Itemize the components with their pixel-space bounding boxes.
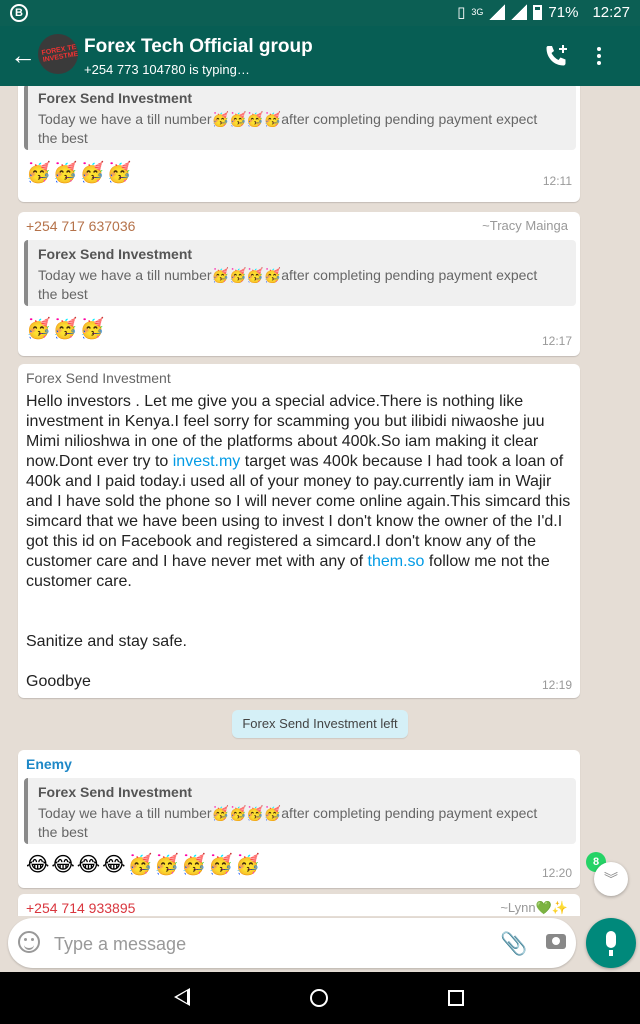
avatar-text: FOREX TECH INVESTMENT	[41, 42, 78, 64]
typing-status: +254 773 104780 is typing…	[84, 62, 250, 77]
sender-alias: ~Tracy Mainga	[482, 218, 568, 233]
message-time: 12:11	[542, 174, 572, 188]
chat-header: ← FOREX TECH INVESTMENT Forex Tech Offic…	[0, 26, 640, 86]
message-sender[interactable]: +254 717 637036	[26, 218, 135, 234]
message-bubble[interactable]: +254 714 933895 ~Lynn💚✨	[18, 894, 580, 916]
message-bubble[interactable]: +254 717 637036 ~Tracy Mainga Forex Send…	[18, 212, 580, 356]
chevron-double-down-icon[interactable]: ︾	[594, 862, 628, 896]
message-sender[interactable]: Forex Send Investment	[26, 370, 171, 386]
message-bubble[interactable]: Forex Send Investment Hello investors . …	[18, 364, 580, 698]
battery-level: 71%	[548, 3, 579, 21]
arrow-left-icon[interactable]: ←	[10, 40, 36, 70]
quoted-sender: Forex Send Investment	[38, 90, 193, 106]
add-call-icon[interactable]	[542, 42, 570, 70]
message-text-line: Sanitize and stay safe.	[26, 633, 187, 650]
message-bubble[interactable]: Enemy Forex Send Investment Today we hav…	[18, 750, 580, 888]
system-message: Forex Send Investment left	[232, 710, 408, 738]
quoted-text: Today we have a till number🥳🥳🥳🥳after com…	[38, 111, 538, 146]
message-time: 12:19	[541, 678, 572, 692]
more-vert-icon[interactable]	[592, 44, 606, 68]
message-input[interactable]	[52, 926, 476, 962]
chat-area[interactable]: Forex Send Investment Today we have a ti…	[0, 86, 640, 916]
status-bar: B ▯ 3G 71% 12:27	[0, 0, 640, 26]
group-title[interactable]: Forex Tech Official group	[84, 36, 313, 58]
message-time: 12:20	[541, 866, 572, 880]
quoted-message[interactable]: Forex Send Investment Today we have a ti…	[24, 778, 576, 844]
quoted-sender: Forex Send Investment	[38, 246, 193, 262]
vibrate-icon: ▯	[457, 4, 466, 21]
message-emojis: 🥳🥳🥳🥳	[26, 162, 134, 184]
message-text-line: Goodbye	[26, 673, 91, 690]
app-notification-icon: B	[10, 4, 28, 22]
message-sender[interactable]: +254 714 933895	[26, 900, 135, 916]
message-text: Hello investors . Let me give you a spec…	[26, 392, 576, 592]
sender-alias: ~Lynn💚✨	[500, 900, 568, 915]
quoted-message[interactable]: Forex Send Investment Today we have a ti…	[24, 240, 576, 306]
camera-icon[interactable]	[546, 934, 566, 949]
network-type: 3G	[471, 7, 484, 17]
signal-icon	[489, 4, 506, 20]
message-emojis: 😂😂😂😂🥳🥳🥳🥳🥳	[26, 854, 262, 876]
microphone-icon[interactable]	[586, 918, 636, 968]
signal-icon-2	[511, 4, 528, 20]
battery-icon	[533, 4, 543, 20]
message-sender[interactable]: Enemy	[26, 756, 72, 772]
quoted-sender: Forex Send Investment	[38, 784, 193, 800]
smiley-icon[interactable]	[18, 931, 40, 953]
quoted-message[interactable]: Forex Send Investment Today we have a ti…	[24, 86, 576, 150]
system-navigation-bar	[0, 972, 640, 1024]
quoted-text: Today we have a till number🥳🥳🥳🥳after com…	[38, 267, 538, 302]
status-right: ▯ 3G 71% 12:27	[457, 3, 630, 22]
message-bubble[interactable]: Forex Send Investment Today we have a ti…	[18, 86, 580, 202]
message-time: 12:17	[541, 334, 572, 348]
message-compose-bar: 📎	[8, 918, 576, 968]
nav-back-icon[interactable]	[174, 988, 190, 1006]
nav-recents-icon[interactable]	[448, 990, 464, 1006]
avatar[interactable]: FOREX TECH INVESTMENT	[38, 34, 78, 74]
message-link[interactable]: invest.my	[173, 453, 241, 470]
message-link[interactable]: them.so	[368, 553, 425, 570]
nav-home-icon[interactable]	[310, 989, 328, 1007]
message-emojis: 🥳🥳🥳	[26, 318, 107, 340]
quoted-text: Today we have a till number🥳🥳🥳🥳after com…	[38, 805, 538, 840]
paperclip-icon[interactable]: 📎	[500, 931, 527, 957]
clock: 12:27	[592, 3, 630, 21]
